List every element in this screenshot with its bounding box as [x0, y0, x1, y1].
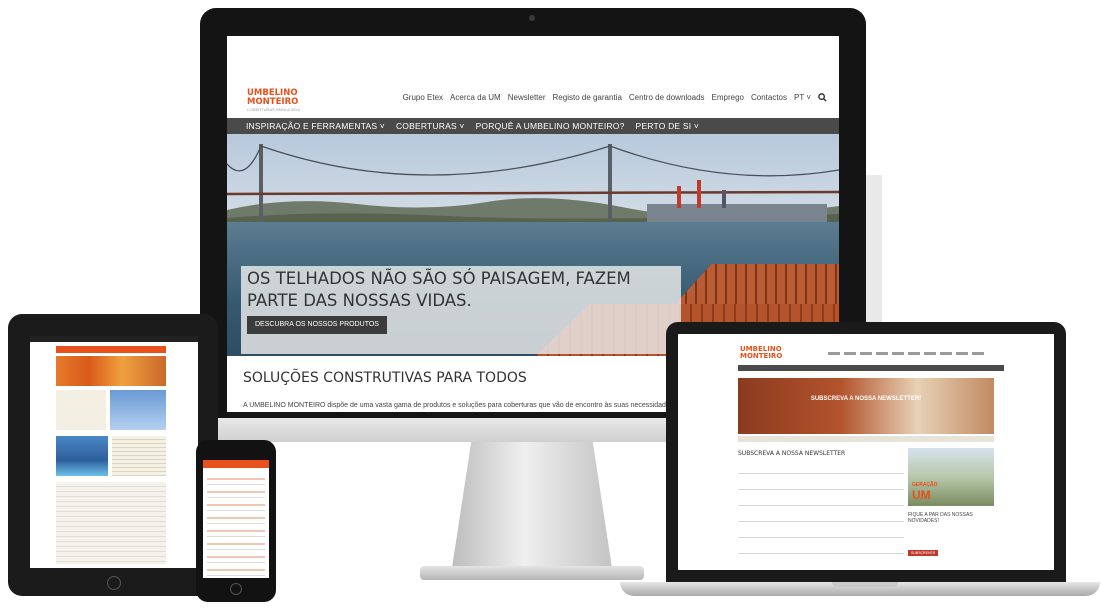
laptop-banner-title: SUBSCREVA A NOSSA NEWSLETTER! — [810, 396, 922, 402]
search-icon[interactable] — [818, 93, 827, 102]
ipad-screen — [30, 336, 198, 568]
ipad-home-button[interactable] — [107, 576, 121, 590]
logo-tagline: COBERTURAS PARA A VIDA — [247, 107, 300, 112]
hero-title: OS TELHADOS NÃO SÃO SÓ PAISAGEM, FAZEM P… — [247, 269, 631, 310]
laptop-notch — [832, 582, 898, 587]
laptop-form-fields[interactable] — [738, 464, 904, 564]
laptop-side-title: FIQUE A PAR DAS NOSSAS NOVIDADES! — [908, 512, 973, 524]
ipad-footer-area — [56, 482, 166, 564]
ipad-team-photo — [56, 356, 166, 386]
ipad-text-lines — [112, 436, 166, 476]
iphone-screen — [203, 460, 269, 578]
link-registo-garantia[interactable]: Registo de garantia — [553, 93, 622, 102]
link-newsletter[interactable]: Newsletter — [508, 93, 546, 102]
imac-camera — [529, 15, 535, 21]
site-logo[interactable]: UMBELINO MONTEIRO COBERTURAS PARA A VIDA — [247, 89, 300, 112]
section-text: A UMBELINO MONTEIRO dispõe de uma vasta … — [243, 402, 676, 409]
link-acerca[interactable]: Acerca da UM — [450, 93, 501, 102]
iphone-product-grid — [207, 472, 265, 576]
link-downloads[interactable]: Centro de downloads — [629, 93, 705, 102]
link-grupo-etex[interactable]: Grupo Etex — [403, 93, 443, 102]
main-nav: INSPIRAÇÃO E FERRAMENTAS ˅ COBERTURAS ˅ … — [227, 118, 839, 134]
laptop-submit-button[interactable]: SUBSCREVER — [908, 550, 939, 556]
language-select[interactable]: PT ˅ — [794, 93, 811, 102]
laptop-screen: UMBELINO MONTEIRO SUBSCREVA A NOSSA NEWS… — [678, 334, 1054, 570]
logo-line2: MONTEIRO — [247, 96, 299, 107]
laptop-side-photo: GERAÇÃO UM — [908, 448, 994, 506]
laptop-top-links — [828, 352, 988, 355]
laptop-subnav — [738, 436, 994, 442]
nav-perto[interactable]: PERTO DE SI ˅ — [636, 121, 699, 131]
ipad-status-bar — [30, 336, 198, 342]
laptop-nav — [738, 365, 1004, 371]
link-emprego[interactable]: Emprego — [712, 93, 744, 102]
nav-inspiracao[interactable]: INSPIRAÇÃO E FERRAMENTAS ˅ — [246, 121, 385, 131]
nav-porque[interactable]: PORQUÊ A UMBELINO MONTEIRO? — [476, 121, 625, 131]
laptop-logo[interactable]: UMBELINO MONTEIRO — [740, 346, 782, 360]
ipad-pool-photo — [56, 436, 108, 476]
ipad-sky-photo — [110, 390, 166, 430]
laptop-banner: SUBSCREVA A NOSSA NEWSLETTER! — [738, 378, 994, 434]
laptop-logo-line2: MONTEIRO — [740, 352, 783, 360]
nav-coberturas[interactable]: COBERTURAS ˅ — [396, 121, 465, 131]
link-contactos[interactable]: Contactos — [751, 93, 787, 102]
iphone-header — [203, 460, 269, 468]
bridge-illustration — [227, 144, 839, 224]
imac-stand — [452, 442, 612, 568]
imac-foot — [420, 566, 644, 580]
iphone-home-button[interactable] — [230, 583, 242, 595]
top-links: Grupo Etex Acerca da UM Newsletter Regis… — [403, 93, 827, 102]
section-title: SOLUÇÕES CONSTRUTIVAS PARA TODOS — [243, 370, 527, 386]
ipad-text-block — [56, 390, 106, 430]
laptop-badge-main: UM — [912, 488, 931, 502]
hero-cta-button[interactable]: DESCUBRA OS NOSSOS PRODUTOS — [247, 316, 387, 334]
laptop-form-title: SUBSCREVA A NOSSA NEWSLETTER — [738, 450, 846, 457]
ipad-header — [56, 346, 166, 353]
